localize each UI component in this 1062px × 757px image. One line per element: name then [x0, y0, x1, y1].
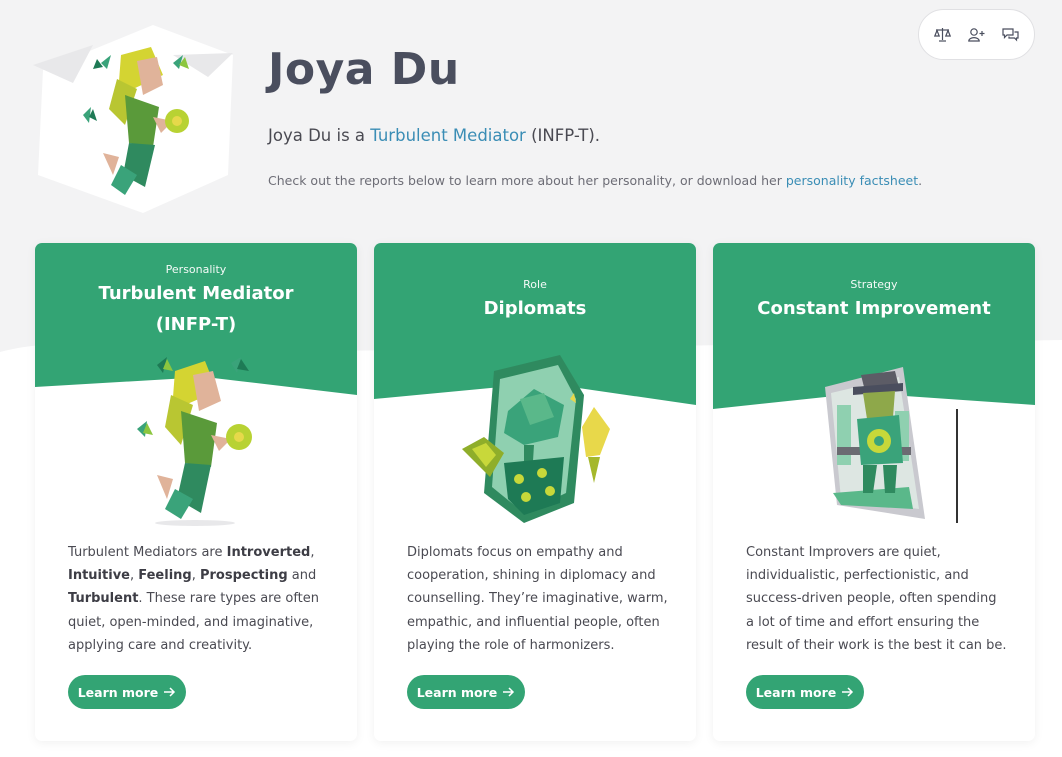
trait-keyword: Feeling: [138, 568, 192, 584]
intro-prefix: Joya Du is a: [268, 126, 371, 145]
card-title-line1: Turbulent Mediator: [98, 283, 294, 304]
card-title: Diplomats: [483, 298, 587, 319]
strategy-card: Strategy Constant Improvement Constant I…: [713, 243, 1035, 741]
arrow-right-icon: [842, 685, 854, 700]
button-label: Learn more: [755, 684, 837, 700]
profile-avatar: [33, 25, 238, 215]
card-header: Strategy Constant Improvement: [713, 278, 1035, 324]
factsheet-link[interactable]: personality factsheet: [786, 173, 918, 188]
arrow-right-icon: [164, 685, 176, 700]
card-kicker: Strategy: [850, 278, 898, 291]
learn-more-button[interactable]: Learn more: [746, 675, 864, 709]
intro-suffix: (INFP-T).: [525, 126, 601, 145]
profile-subtext: Check out the reports below to learn mor…: [268, 173, 922, 188]
role-card: Role Diplomats Diplomats focus on empath…: [374, 243, 696, 741]
description-text: and: [287, 568, 317, 584]
profile-intro: Joya Du is a Turbulent Mediator (INFP-T)…: [268, 126, 600, 145]
card-kicker: Role: [523, 278, 547, 291]
description-text: ,: [191, 568, 200, 584]
type-link[interactable]: Turbulent Mediator: [370, 126, 526, 145]
card-kicker: Personality: [165, 263, 227, 276]
trait-keyword: Introverted: [226, 545, 311, 560]
card-description: Turbulent Mediators are Introverted, Int…: [68, 541, 330, 657]
description-text: ,: [129, 568, 139, 584]
personality-card: Personality Turbulent Mediator (INFP-T) …: [35, 243, 357, 741]
card-title: Turbulent Mediator (INFP-T): [35, 278, 357, 340]
profile-actions: [918, 9, 1035, 60]
sub-prefix: Check out the reports below to learn mor…: [268, 173, 786, 188]
constant-improvement-illustration: [825, 367, 958, 523]
button-label: Learn more: [416, 684, 498, 700]
card-header: Role Diplomats: [374, 278, 696, 324]
card-header: Personality Turbulent Mediator (INFP-T): [35, 263, 357, 340]
arrow-right-icon: [503, 685, 515, 700]
chat-icon[interactable]: [1001, 25, 1021, 45]
learn-more-button[interactable]: Learn more: [68, 675, 186, 709]
description-text: ,: [310, 545, 315, 560]
trait-keyword: Prospecting: [199, 568, 288, 584]
card-title: Constant Improvement: [757, 298, 991, 319]
card-description: Diplomats focus on empathy and cooperati…: [407, 545, 668, 653]
mediator-illustration: [137, 357, 252, 526]
trait-keyword: Intuitive: [68, 568, 130, 584]
trait-keyword: Turbulent: [68, 591, 139, 607]
card-title-line2: (INFP-T): [155, 314, 237, 335]
description-text: Turbulent Mediators are: [68, 545, 227, 560]
profile-name: Joya Du: [268, 44, 460, 95]
add-friend-icon[interactable]: [967, 25, 987, 45]
learn-more-button[interactable]: Learn more: [407, 675, 525, 709]
sub-suffix: .: [918, 173, 923, 188]
diplomats-illustration: [462, 355, 610, 523]
card-description: Constant Improvers are quiet, individual…: [746, 545, 1007, 653]
button-label: Learn more: [77, 684, 159, 700]
compare-scale-icon[interactable]: [933, 25, 953, 45]
